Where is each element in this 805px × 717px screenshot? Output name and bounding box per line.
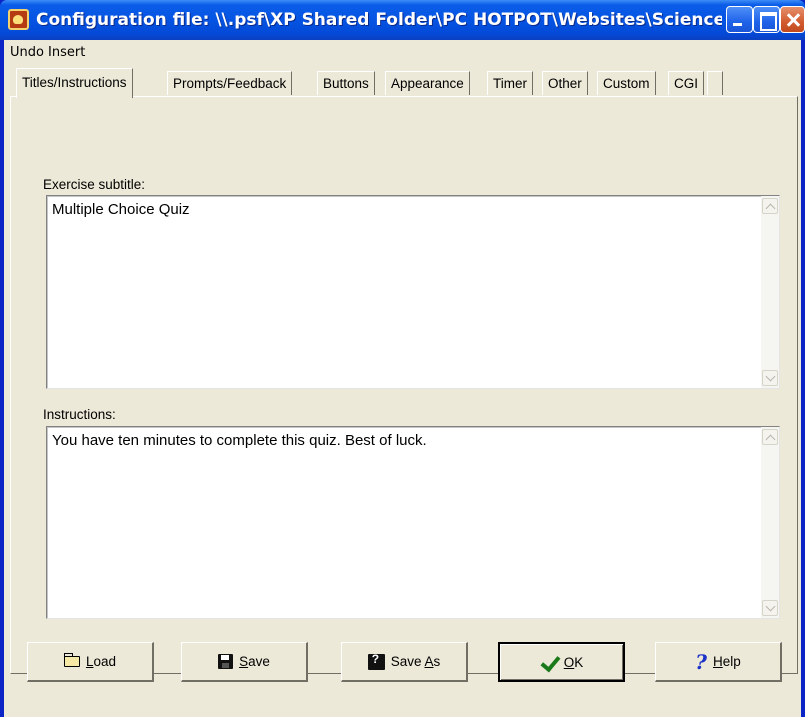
close-button[interactable] <box>780 6 805 33</box>
client-area: Undo Insert Titles/Instructions Prompts/… <box>4 40 801 717</box>
instructions-label: Instructions: <box>43 407 116 422</box>
instructions-textarea[interactable]: You have ten minutes to complete this qu… <box>46 426 780 619</box>
disk-question-icon <box>367 652 385 670</box>
scroll-down-arrow-icon[interactable] <box>762 370 778 386</box>
instructions-text: You have ten minutes to complete this qu… <box>52 432 427 449</box>
tab-custom[interactable]: Custom <box>597 71 656 95</box>
tab-strip-end <box>707 71 723 95</box>
tab-timer[interactable]: Timer <box>487 71 533 95</box>
instructions-scrollbar[interactable] <box>761 427 779 618</box>
help-icon: ? <box>695 649 707 674</box>
help-button-label: Help <box>712 654 741 669</box>
folder-icon <box>63 653 80 667</box>
save-as-button[interactable]: Save As <box>341 642 468 682</box>
exercise-subtitle-textarea[interactable]: Multiple Choice Quiz <box>46 195 780 389</box>
scroll-up-arrow-icon[interactable] <box>762 429 778 445</box>
menu-undo[interactable]: Undo <box>10 45 44 60</box>
save-button[interactable]: Save <box>181 642 308 682</box>
tab-cgi[interactable]: CGI <box>668 71 705 95</box>
save-as-button-label: Save As <box>390 654 441 669</box>
tab-prompts-feedback[interactable]: Prompts/Feedback <box>167 71 293 95</box>
window-title: Configuration file: \\.psf\XP Shared Fol… <box>36 10 722 30</box>
menu-insert[interactable]: Insert <box>48 45 85 60</box>
subtitle-scrollbar[interactable] <box>761 196 779 388</box>
menu-bar: Undo Insert <box>4 40 801 64</box>
maximize-button[interactable] <box>753 6 780 33</box>
hotpotatoes-app-icon[interactable] <box>8 9 29 30</box>
tab-appearance[interactable]: Appearance <box>385 71 470 95</box>
exercise-subtitle-text: Multiple Choice Quiz <box>52 201 190 218</box>
help-button[interactable]: ? Help <box>655 642 782 682</box>
load-button[interactable]: Load <box>27 642 154 682</box>
save-button-label: Save <box>239 654 270 669</box>
load-button-label: Load <box>85 654 117 669</box>
tab-titles-instructions[interactable]: Titles/Instructions <box>16 68 133 98</box>
minimize-button[interactable] <box>726 6 753 33</box>
ok-button[interactable]: OK <box>498 642 625 682</box>
title-bar[interactable]: Configuration file: \\.psf\XP Shared Fol… <box>0 0 805 40</box>
check-icon <box>540 654 558 670</box>
application-window: Configuration file: \\.psf\XP Shared Fol… <box>0 0 805 717</box>
tab-buttons[interactable]: Buttons <box>317 71 375 95</box>
scroll-down-arrow-icon[interactable] <box>762 600 778 616</box>
disk-icon <box>218 654 234 669</box>
tab-panel-titles-instructions: Exercise subtitle: Multiple Choice Quiz … <box>10 96 798 674</box>
tab-other[interactable]: Other <box>542 71 588 95</box>
ok-button-label: OK <box>563 654 584 670</box>
scroll-up-arrow-icon[interactable] <box>762 198 778 214</box>
exercise-subtitle-label: Exercise subtitle: <box>43 177 146 192</box>
